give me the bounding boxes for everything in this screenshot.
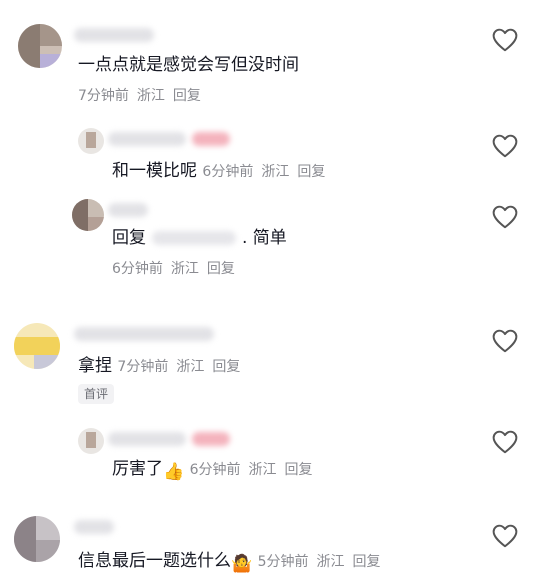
like-heart-icon[interactable]	[492, 524, 518, 548]
comment-time: 6分钟前	[189, 462, 241, 478]
comment-text: . 简单	[242, 228, 287, 248]
reply-button[interactable]: 回复	[212, 359, 240, 375]
first-comment-badge: 首评	[78, 384, 115, 404]
comment-text: 一点点就是感觉会写但没时间	[78, 55, 299, 75]
comment-time: 6分钟前	[112, 261, 163, 277]
username[interactable]	[74, 520, 114, 534]
username[interactable]	[74, 28, 154, 42]
reply-prefix: 回复	[112, 228, 146, 248]
user-avatar-icon[interactable]	[78, 128, 104, 154]
comment-time: 7分钟前	[117, 359, 169, 375]
mention-user[interactable]	[152, 231, 236, 245]
user-avatar-icon[interactable]	[14, 516, 60, 562]
comment-location: 浙江	[170, 261, 199, 277]
comment-location: 浙江	[316, 554, 345, 570]
comment-meta: 7分钟前 浙江 回复	[117, 359, 248, 375]
reply-button[interactable]: 回复	[353, 554, 381, 570]
comment-meta: 7分钟前 浙江 回复	[78, 85, 209, 107]
comment-meta: 6分钟前 浙江 回复	[190, 462, 321, 478]
reply-item: 回复. 简单 6分钟前 浙江 回复	[0, 195, 546, 290]
comment-line: 拿捏 7分钟前 浙江 回复	[78, 355, 248, 378]
reply-button[interactable]: 回复	[285, 462, 313, 478]
like-heart-icon[interactable]	[492, 205, 518, 229]
author-tag	[192, 432, 230, 446]
user-avatar-icon[interactable]	[14, 323, 60, 369]
reply-button[interactable]: 回复	[207, 261, 235, 277]
comment-text: 厉害了	[112, 459, 163, 479]
comment-location: 浙江	[176, 359, 205, 375]
comment-time: 5分钟前	[257, 554, 309, 570]
user-avatar-icon[interactable]	[18, 24, 62, 68]
reply-line: 和一模比呢 6分钟前 浙江 回复	[112, 160, 333, 183]
comment-meta: 5分钟前 浙江 回复	[258, 554, 389, 570]
comment-item: 拿捏 7分钟前 浙江 回复 首评	[0, 315, 546, 415]
username[interactable]	[74, 327, 214, 341]
comment-location: 浙江	[261, 164, 290, 180]
comment-item: 信息最后一题选什么🤷 5分钟前 浙江 回复	[0, 510, 546, 586]
comment-item: 一点点就是感觉会写但没时间 7分钟前 浙江 回复	[0, 0, 546, 110]
username[interactable]	[108, 132, 186, 146]
comment-text: 信息最后一题选什么	[78, 551, 231, 571]
username[interactable]	[108, 203, 148, 217]
comment-meta: 6分钟前 浙江 回复	[202, 164, 333, 180]
shrug-emoji-icon: 🤷	[231, 554, 253, 574]
like-heart-icon[interactable]	[492, 329, 518, 353]
user-avatar-icon[interactable]	[78, 428, 104, 454]
comment-time: 7分钟前	[78, 88, 129, 104]
reply-button[interactable]: 回复	[297, 164, 325, 180]
comment-time: 6分钟前	[202, 164, 254, 180]
comment-line: 信息最后一题选什么🤷 5分钟前 浙江 回复	[78, 550, 389, 575]
comment-location: 浙江	[136, 88, 165, 104]
comment-text: 和一模比呢	[112, 161, 197, 181]
like-heart-icon[interactable]	[492, 28, 518, 52]
comment-text: 拿捏	[78, 356, 112, 376]
reply-line: 回复 . 简单	[112, 227, 287, 249]
comment-meta: 6分钟前 浙江 回复	[112, 258, 243, 280]
reply-item: 厉害了👍 6分钟前 浙江 回复	[0, 422, 546, 492]
username[interactable]	[108, 432, 186, 446]
reply-button[interactable]: 回复	[173, 88, 201, 104]
reply-line: 厉害了👍 6分钟前 浙江 回复	[112, 458, 321, 483]
user-avatar-icon[interactable]	[72, 199, 104, 231]
like-heart-icon[interactable]	[492, 134, 518, 158]
author-tag	[192, 132, 230, 146]
reply-item: 和一模比呢 6分钟前 浙江 回复	[0, 120, 546, 190]
like-heart-icon[interactable]	[492, 430, 518, 454]
thumbs-up-emoji-icon: 👍	[163, 462, 185, 482]
comment-location: 浙江	[248, 462, 277, 478]
